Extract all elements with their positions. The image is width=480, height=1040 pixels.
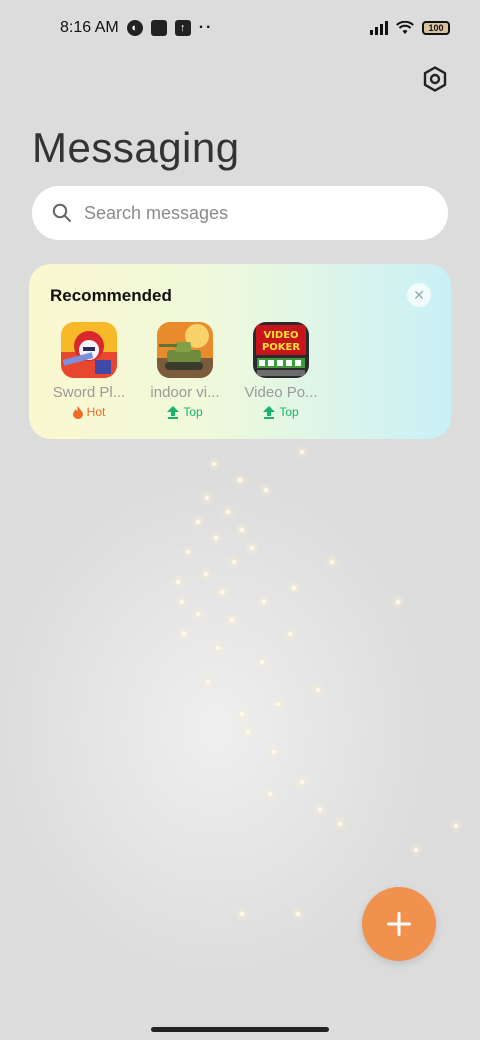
settings-button[interactable] (418, 62, 452, 96)
sparkle-particle (205, 496, 209, 500)
sparkle-particle (232, 560, 236, 564)
sparkle-particle (296, 912, 300, 916)
search-bar[interactable] (32, 186, 448, 240)
sparkle-particle (288, 632, 292, 636)
page-title: Messaging (32, 124, 240, 171)
app-item-video-poker[interactable]: VIDEO POKER Video Po... Top (243, 322, 319, 419)
status-time: 8:16 AM (60, 19, 119, 36)
app-name: indoor vi... (150, 384, 220, 401)
sparkle-particle (318, 808, 322, 812)
sparkle-particle (180, 600, 184, 604)
badge-label: Top (183, 405, 203, 419)
sparkle-particle (196, 520, 200, 524)
sparkle-particle (176, 580, 180, 584)
top-badge: Top (167, 405, 203, 419)
sparkle-particle (300, 450, 304, 454)
sparkle-particle (316, 688, 320, 692)
sparkle-particle (330, 560, 334, 564)
sparkle-particle (214, 536, 218, 540)
sword-game-icon (61, 322, 117, 378)
status-bar: 8:16 AM ◐ ↑ ·· 100 (0, 0, 480, 56)
battery-icon: 100 (422, 21, 450, 35)
app-name: Video Po... (244, 384, 318, 401)
sparkle-particle (238, 478, 242, 482)
recommended-card: Recommended ✕ Sword Pl... Hot indoor vi.… (29, 264, 451, 439)
sparkle-particle (240, 912, 244, 916)
sparkle-particle (262, 600, 266, 604)
sparkle-particle (272, 750, 276, 754)
video-poker-icon: VIDEO POKER (253, 322, 309, 378)
tank-game-icon (157, 322, 213, 378)
sparkle-particle (292, 586, 296, 590)
sparkle-particle (230, 618, 234, 622)
sparkle-particle (396, 600, 400, 604)
sparkle-particle (204, 572, 208, 576)
app-item-sword[interactable]: Sword Pl... Hot (51, 322, 127, 419)
sparkle-particle (454, 824, 458, 828)
search-icon (52, 203, 71, 222)
hexagon-gear-icon (423, 66, 447, 92)
sparkle-particle (240, 528, 244, 532)
sparkle-particle (226, 510, 230, 514)
top-badge: Top (263, 405, 299, 419)
sparkle-particle (206, 680, 210, 684)
sparkle-particle (220, 590, 224, 594)
home-indicator[interactable] (151, 1027, 329, 1032)
sparkle-particle (414, 848, 418, 852)
video-poker-logo-text: VIDEO (263, 330, 298, 341)
close-icon: ✕ (413, 287, 425, 303)
plus-icon (387, 912, 411, 936)
close-button[interactable]: ✕ (407, 283, 431, 307)
arrow-up-icon (263, 405, 276, 419)
app-item-indoor[interactable]: indoor vi... Top (147, 322, 223, 419)
sparkle-particle (250, 546, 254, 550)
search-input[interactable] (84, 202, 414, 224)
upload-icon: ↑ (174, 20, 191, 36)
sparkle-particle (212, 462, 216, 466)
sparkle-particle (338, 822, 342, 826)
sparkle-particle (196, 612, 200, 616)
sparkle-particle (268, 792, 272, 796)
sparkle-particle (186, 550, 190, 554)
sparkle-particle (240, 712, 244, 716)
square-icon (150, 20, 167, 36)
new-message-button[interactable] (362, 887, 436, 961)
sparkle-particle (276, 702, 280, 706)
badge-label: Top (279, 405, 299, 419)
signal-icon (370, 21, 388, 35)
sparkle-particle (216, 646, 220, 650)
recommended-title: Recommended (50, 286, 172, 305)
flame-icon (72, 405, 83, 419)
arrow-up-icon (167, 405, 180, 419)
more-dots-icon: ·· (198, 19, 214, 36)
sparkle-particle (246, 730, 250, 734)
app-name: Sword Pl... (52, 384, 126, 401)
hot-badge: Hot (72, 405, 106, 419)
wifi-icon (396, 21, 414, 34)
sparkle-particle (260, 660, 264, 664)
sparkle-particle (264, 488, 268, 492)
sparkle-particle (300, 780, 304, 784)
notification-icon: ◐ (126, 20, 143, 36)
sparkle-particle (182, 632, 186, 636)
badge-label: Hot (86, 405, 106, 419)
svg-text:POKER: POKER (262, 342, 300, 353)
